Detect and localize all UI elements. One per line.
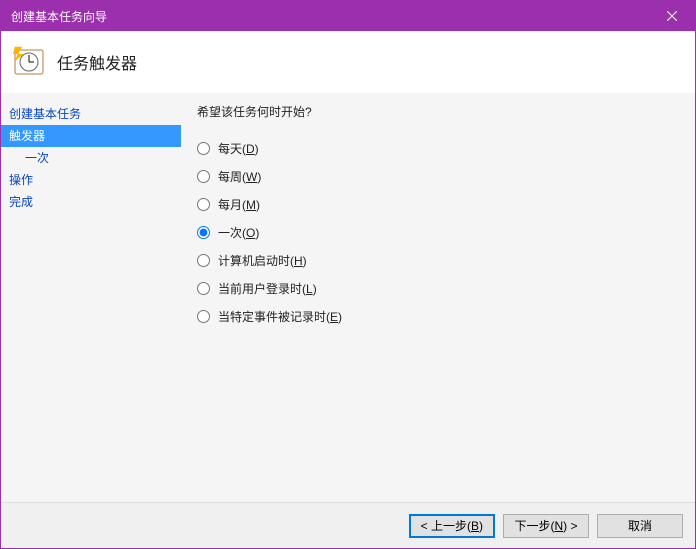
trigger-prompt: 希望该任务何时开始? (197, 103, 679, 120)
sidebar-step-4[interactable]: 完成 (1, 191, 181, 213)
page-title: 任务触发器 (57, 50, 137, 74)
window-title: 创建基本任务向导 (11, 8, 107, 25)
sidebar-step-1[interactable]: 触发器 (1, 125, 181, 147)
trigger-radio-daily[interactable] (197, 142, 210, 155)
trigger-label-daily[interactable]: 每天(D) (218, 140, 259, 157)
wizard-content: 希望该任务何时开始? 每天(D) 每周(W) 每月(M) 一次(O) 计算机启动时(H)… (181, 93, 695, 502)
clock-wizard-icon (13, 46, 45, 78)
trigger-radio-event[interactable] (197, 310, 210, 323)
close-icon (667, 11, 677, 21)
sidebar-step-2[interactable]: 一次 (1, 147, 181, 169)
wizard-footer: < 上一步(B) 下一步(N) > 取消 (1, 502, 695, 548)
next-button[interactable]: 下一步(N) > (503, 514, 589, 538)
trigger-option-monthly: 每月(M) (197, 190, 679, 218)
trigger-label-monthly[interactable]: 每月(M) (218, 196, 260, 213)
trigger-option-weekly: 每周(W) (197, 162, 679, 190)
wizard-header: 任务触发器 (1, 31, 695, 93)
titlebar: 创建基本任务向导 (1, 1, 695, 31)
back-button-pre: < 上一步( (421, 519, 471, 533)
trigger-option-daily: 每天(D) (197, 134, 679, 162)
trigger-label-startup[interactable]: 计算机启动时(H) (218, 252, 307, 269)
trigger-label-weekly[interactable]: 每周(W) (218, 168, 261, 185)
next-button-post: ) > (563, 519, 577, 533)
sidebar-step-0[interactable]: 创建基本任务 (1, 103, 181, 125)
trigger-radio-once[interactable] (197, 226, 210, 239)
next-button-accel: N (554, 519, 563, 533)
trigger-radio-logon[interactable] (197, 282, 210, 295)
trigger-radio-weekly[interactable] (197, 170, 210, 183)
back-button-post: ) (479, 519, 483, 533)
sidebar-step-3[interactable]: 操作 (1, 169, 181, 191)
trigger-label-logon[interactable]: 当前用户登录时(L) (218, 280, 317, 297)
trigger-option-logon: 当前用户登录时(L) (197, 274, 679, 302)
next-button-pre: 下一步( (514, 519, 554, 533)
back-button-accel: B (471, 519, 479, 533)
trigger-options: 每天(D) 每周(W) 每月(M) 一次(O) 计算机启动时(H) 当前用户登录时(L) 当… (197, 134, 679, 330)
trigger-radio-monthly[interactable] (197, 198, 210, 211)
trigger-option-event: 当特定事件被记录时(E) (197, 302, 679, 330)
trigger-radio-startup[interactable] (197, 254, 210, 267)
trigger-option-startup: 计算机启动时(H) (197, 246, 679, 274)
back-button[interactable]: < 上一步(B) (409, 514, 495, 538)
close-button[interactable] (649, 1, 695, 31)
wizard-sidebar: 创建基本任务触发器一次操作完成 (1, 93, 181, 502)
trigger-label-event[interactable]: 当特定事件被记录时(E) (218, 308, 342, 325)
trigger-label-once[interactable]: 一次(O) (218, 224, 259, 241)
cancel-button[interactable]: 取消 (597, 514, 683, 538)
trigger-option-once: 一次(O) (197, 218, 679, 246)
wizard-main: 创建基本任务触发器一次操作完成 希望该任务何时开始? 每天(D) 每周(W) 每月(… (1, 93, 695, 502)
